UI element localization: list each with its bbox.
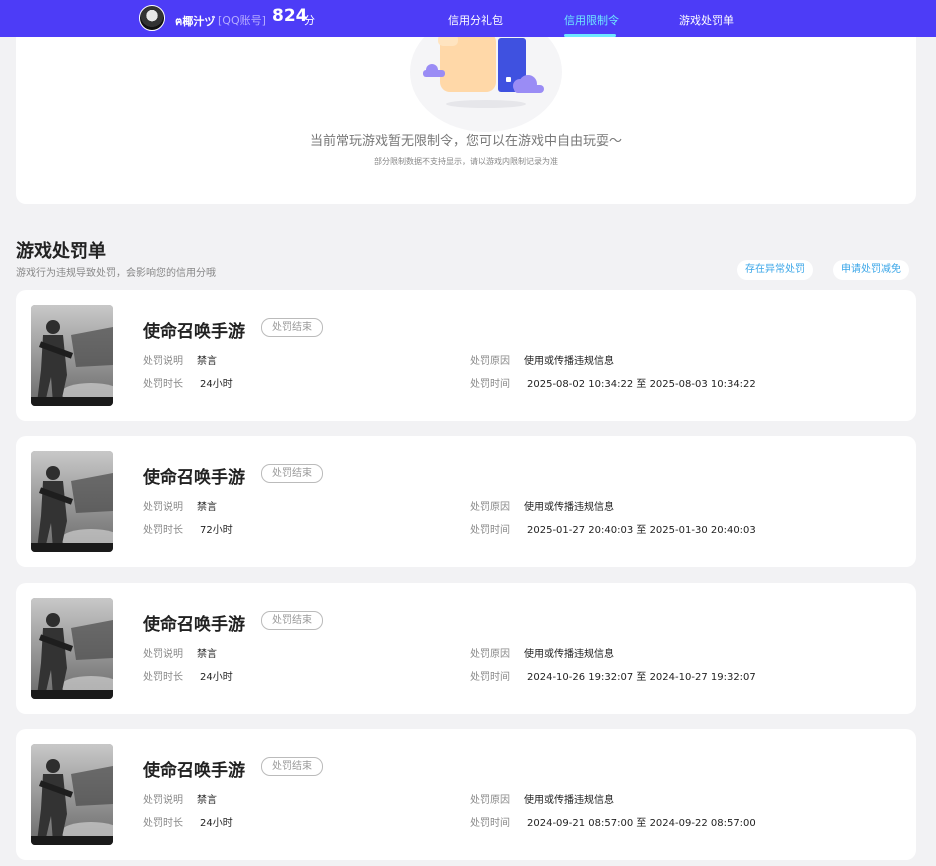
reason-label: 处罚原因 [470,356,510,367]
duration-value: 72小时 [200,525,233,536]
reason-value: 使用或传播违规信息 [524,649,614,660]
explain-value: 禁言 [197,502,217,513]
penalty-card: 使命召唤手游 处罚结束 处罚说明 禁言 处罚时长 72小时 处罚原因 使用或传播… [16,436,916,567]
reason-label: 处罚原因 [470,649,510,660]
penalty-section-title: 游戏处罚单 [16,241,106,262]
game-name: 使命召唤手游 [143,761,245,781]
explain-value: 禁言 [197,795,217,806]
game-name: 使命召唤手游 [143,322,245,342]
explain-value: 禁言 [197,356,217,367]
credit-score-unit: 分 [304,14,315,27]
game-name: 使命召唤手游 [143,615,245,635]
tab-credit-restriction[interactable]: 信用限制令 [564,12,619,28]
time-value: 2025-08-02 10:34:22 至 2025-08-03 10:34:2… [527,379,756,390]
reason-label: 处罚原因 [470,502,510,513]
credit-score: 824 [272,6,308,26]
game-cover-image [31,451,113,552]
abnormal-penalty-button[interactable]: 存在异常处罚 [737,260,813,280]
active-tab-indicator [564,34,616,37]
duration-label: 处罚时长 [143,818,183,829]
reason-value: 使用或传播违规信息 [524,356,614,367]
time-label: 处罚时间 [470,818,510,829]
explain-value: 禁言 [197,649,217,660]
avatar[interactable] [139,5,165,31]
duration-value: 24小时 [200,818,233,829]
account-type-label: [QQ账号] [218,14,266,27]
reason-value: 使用或传播违规信息 [524,795,614,806]
top-nav-bar: ฅ椰汁ヅ [QQ账号] 824 分 信用分礼包 信用限制令 游戏处罚单 [0,0,936,37]
reason-value: 使用或传播违规信息 [524,502,614,513]
status-badge: 处罚结束 [261,611,323,630]
time-label: 处罚时间 [470,379,510,390]
status-badge: 处罚结束 [261,757,323,776]
explain-label: 处罚说明 [143,356,183,367]
reason-label: 处罚原因 [470,795,510,806]
time-label: 处罚时间 [470,525,510,536]
duration-label: 处罚时长 [143,525,183,536]
duration-value: 24小时 [200,672,233,683]
restriction-note: 部分限制数据不支持显示，请以游戏内限制记录为准 [374,157,558,166]
game-cover-image [31,305,113,406]
penalty-card: 使命召唤手游 处罚结束 处罚说明 禁言 处罚时长 24小时 处罚原因 使用或传播… [16,290,916,421]
time-value: 2024-09-21 08:57:00 至 2024-09-22 08:57:0… [527,818,756,829]
duration-label: 处罚时长 [143,672,183,683]
time-label: 处罚时间 [470,672,510,683]
duration-value: 24小时 [200,379,233,390]
penalty-section-description: 游戏行为违规导致处罚，会影响您的信用分哦 [16,268,216,279]
game-cover-image [31,598,113,699]
tab-credit-gift[interactable]: 信用分礼包 [448,12,503,28]
duration-label: 处罚时长 [143,379,183,390]
restriction-message: 当前常玩游戏暂无限制令，您可以在游戏中自由玩耍～ [309,134,622,149]
apply-reduction-button[interactable]: 申请处罚减免 [833,260,909,280]
tab-game-penalty[interactable]: 游戏处罚单 [679,12,734,28]
time-value: 2024-10-26 19:32:07 至 2024-10-27 19:32:0… [527,672,756,683]
explain-label: 处罚说明 [143,795,183,806]
game-name: 使命召唤手游 [143,468,245,488]
explain-label: 处罚说明 [143,649,183,660]
penalty-card: 使命召唤手游 处罚结束 处罚说明 禁言 处罚时长 24小时 处罚原因 使用或传播… [16,583,916,714]
restriction-card: 当前常玩游戏暂无限制令，您可以在游戏中自由玩耍～ 部分限制数据不支持显示，请以游… [16,22,916,204]
status-badge: 处罚结束 [261,464,323,483]
user-nickname: ฅ椰汁ヅ [175,15,216,28]
time-value: 2025-01-27 20:40:03 至 2025-01-30 20:40:0… [527,525,756,536]
penalty-card: 使命召唤手游 处罚结束 处罚说明 禁言 处罚时长 24小时 处罚原因 使用或传播… [16,729,916,860]
explain-label: 处罚说明 [143,502,183,513]
no-restriction-illustration [410,22,562,132]
status-badge: 处罚结束 [261,318,323,337]
game-cover-image [31,744,113,845]
